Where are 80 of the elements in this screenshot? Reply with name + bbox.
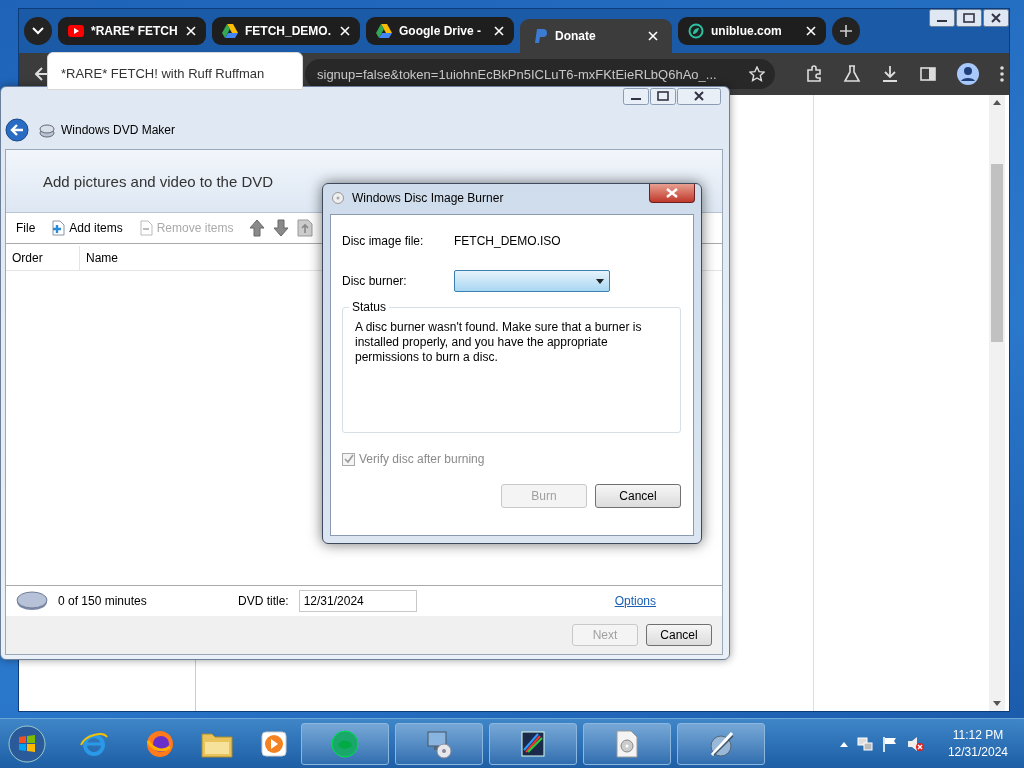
minimize-icon[interactable] <box>623 88 649 105</box>
tab-tooltip: *RARE* FETCH! with Ruff Ruffman <box>47 52 303 90</box>
play-logo-icon <box>68 25 84 37</box>
file-name: FETCH_DEMO.ISO <box>454 234 561 248</box>
flag-icon[interactable] <box>881 735 898 752</box>
status-message: A disc burner wasn't found. Make sure that a burner is installed properly, and you have the appropriate permissions to burn a disc. <box>355 320 643 365</box>
add-page-icon <box>51 220 66 236</box>
page-heading: Add pictures and video to the DVD <box>43 172 274 190</box>
disc-stack-icon <box>39 122 55 138</box>
taskbar-button[interactable] <box>395 722 483 765</box>
browser-tab[interactable]: uniblue.com <box>678 17 826 45</box>
triangle-logo-icon <box>222 24 238 38</box>
triangle-logo-icon <box>376 24 392 38</box>
column-header[interactable]: Order <box>6 246 80 270</box>
star-icon[interactable] <box>749 66 765 82</box>
tab-list-button[interactable] <box>24 17 52 45</box>
show-hidden-icons-icon[interactable] <box>839 740 848 747</box>
play-icon <box>260 729 288 758</box>
disc-page-icon <box>614 729 640 758</box>
browser-tab[interactable]: Google Drive - <box>366 17 514 45</box>
chat-bubble-icon <box>330 728 360 759</box>
scrollbar[interactable] <box>989 95 1005 711</box>
cancel-button[interactable]: Cancel <box>646 624 712 646</box>
avatar-icon[interactable] <box>957 63 979 85</box>
close-icon[interactable] <box>983 9 1009 27</box>
address-field[interactable]: signup=false&token=1uiohnEcBkPn5ICLuT6-mxFKtEieRLbQ6hAo_... <box>305 59 775 89</box>
page-arrow-icon[interactable] <box>297 219 314 237</box>
browser-tab[interactable]: FETCH_DEMO. <box>212 17 360 45</box>
close-button[interactable] <box>649 184 695 203</box>
p-logo-icon <box>534 28 548 44</box>
taskbar-button[interactable] <box>583 722 671 765</box>
new-tab-button[interactable] <box>832 17 860 45</box>
close-icon <box>666 188 678 198</box>
film-strip-icon <box>519 729 547 758</box>
fox-globe-icon <box>145 728 175 759</box>
options-link[interactable]: Options <box>614 594 657 608</box>
chevron-down-icon <box>32 27 44 35</box>
maximize-icon[interactable] <box>650 88 676 105</box>
dialog-title: Windows Disc Image Burner <box>352 191 504 205</box>
browser-tab[interactable]: *RARE* FETCH <box>58 17 206 45</box>
remove-page-icon <box>138 220 153 236</box>
download-icon[interactable] <box>881 65 899 83</box>
close-icon[interactable] <box>677 88 721 105</box>
flask-icon[interactable] <box>843 65 861 83</box>
puzzle-icon[interactable] <box>805 65 823 83</box>
disc-icon <box>332 192 344 204</box>
plus-icon <box>840 25 852 37</box>
muted-speaker-icon[interactable] <box>906 735 925 752</box>
clock-time[interactable]: 11:12 PM <box>952 726 1004 744</box>
field-label: Disc image file: <box>342 234 425 248</box>
taskbar-button[interactable] <box>677 722 765 765</box>
leaf-logo-icon <box>688 23 704 39</box>
status-label: Status <box>349 300 390 314</box>
burner-dropdown[interactable] <box>454 270 610 292</box>
dvd-title-label: DVD title: <box>238 594 289 608</box>
window-title: Windows DVD Maker <box>61 123 176 137</box>
down-arrow-icon[interactable] <box>273 219 290 237</box>
computer-disc-icon <box>424 728 454 759</box>
back-button-icon[interactable] <box>5 118 29 142</box>
taskbar-button[interactable] <box>489 722 577 765</box>
dropdown-arrow-icon <box>596 278 604 284</box>
clock-date[interactable]: 12/31/2024 <box>947 743 1008 761</box>
scroll-up-icon[interactable] <box>993 99 1001 105</box>
side-panel-icon[interactable] <box>919 65 937 83</box>
network-icon[interactable] <box>856 735 873 752</box>
toolbar-button[interactable]: Add items <box>51 220 123 236</box>
duration-label: 0 of 150 minutes <box>58 594 148 608</box>
minimize-icon[interactable] <box>929 9 955 27</box>
start-orb-icon[interactable] <box>8 724 46 763</box>
up-arrow-icon[interactable] <box>249 219 266 237</box>
dvd-title-field[interactable]: 12/31/2024 <box>298 590 417 612</box>
maximize-icon[interactable] <box>956 9 982 27</box>
menu-icon[interactable] <box>999 65 1005 83</box>
cancel-button[interactable]: Cancel <box>595 484 681 508</box>
disc-icon <box>16 591 48 611</box>
field-label: Disc burner: <box>342 274 408 288</box>
file-menu[interactable]: File <box>16 221 36 235</box>
scrollbar-thumb[interactable] <box>991 164 1003 342</box>
browser-tab[interactable]: Donate <box>520 19 672 53</box>
scroll-down-icon[interactable] <box>993 701 1001 707</box>
